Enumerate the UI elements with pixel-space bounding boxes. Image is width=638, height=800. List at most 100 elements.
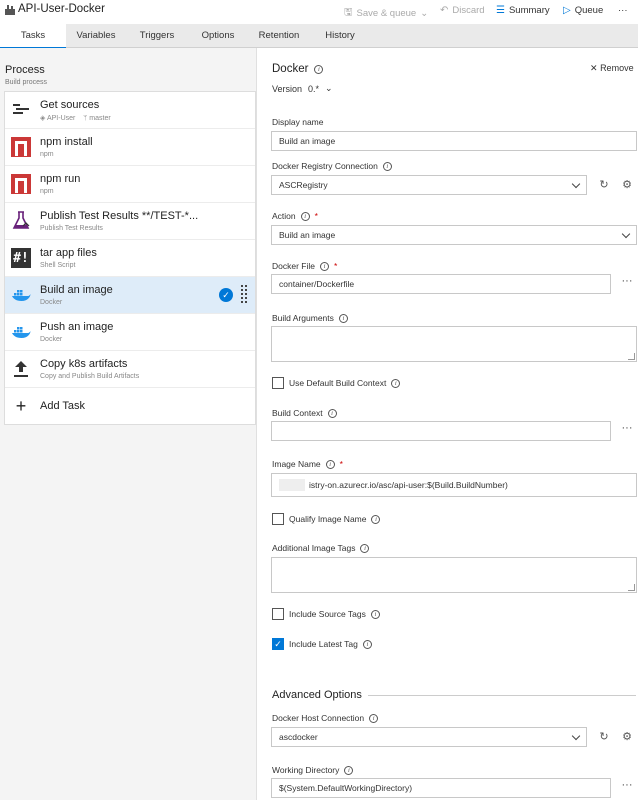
task-name: Get sources	[40, 99, 100, 111]
registry-connection-select[interactable]: ASCRegistry	[271, 175, 587, 195]
tab-variables[interactable]: Variables	[66, 24, 126, 48]
task-build-image[interactable]: Build an image Docker ✓	[5, 277, 255, 314]
drag-handle-icon[interactable]	[241, 285, 249, 305]
browse-button[interactable]: ···	[617, 421, 637, 441]
info-icon[interactable]: i	[327, 408, 337, 418]
redacted-region	[279, 479, 305, 491]
save-icon: 🖫	[344, 7, 353, 18]
undo-icon: ↶	[440, 5, 449, 16]
add-task-label: Add Task	[40, 400, 86, 412]
docker-icon	[11, 285, 31, 305]
tab-options[interactable]: Options	[188, 24, 248, 48]
docker-file-field[interactable]: container/Dockerfile	[271, 274, 611, 294]
action-label: Action i *	[272, 211, 318, 221]
browse-button[interactable]: ···	[617, 778, 637, 798]
remove-button[interactable]: ✕ Remove	[590, 63, 634, 74]
info-icon[interactable]: i	[338, 313, 348, 323]
gear-icon[interactable]: ⚙	[618, 176, 636, 194]
process-title: Process	[5, 64, 45, 76]
required-marker: *	[339, 459, 343, 469]
task-subtitle: Docker	[40, 299, 63, 306]
build-context-label: Build Context i	[272, 408, 337, 418]
task-publish-test-results[interactable]: Publish Test Results **/TEST-*... Publis…	[5, 203, 255, 240]
npm-icon	[11, 137, 31, 157]
action-select[interactable]: Build an image	[271, 225, 637, 245]
info-icon[interactable]: i	[370, 609, 380, 619]
discard-button[interactable]: ↶ Discard	[440, 5, 485, 16]
get-sources-icon	[11, 100, 31, 120]
use-default-build-context-checkbox[interactable]: Use Default Build Context i	[272, 377, 401, 389]
process-panel: Process Build process Get sources ◈ API-…	[0, 48, 257, 800]
task-npm-install[interactable]: npm install npm	[5, 129, 255, 166]
info-icon[interactable]: i	[369, 713, 379, 723]
tab-history[interactable]: History	[310, 24, 370, 48]
info-icon[interactable]: i	[300, 211, 310, 221]
task-name: Copy k8s artifacts	[40, 358, 128, 370]
additional-image-tags-field[interactable]	[271, 557, 637, 593]
qualify-image-name-checkbox[interactable]: Qualify Image Name i	[272, 513, 381, 525]
task-subtitle: Copy and Publish Build Artifacts	[40, 373, 140, 380]
top-bar: API-User-Docker 🖫 Save & queue ⌄ ↶ Disca…	[0, 0, 638, 24]
image-name-field[interactable]: istry-on.azurecr.io/asc/api-user:$(Build…	[271, 473, 637, 497]
task-get-sources[interactable]: Get sources ◈ API-User ᛘ master	[5, 92, 255, 129]
info-icon[interactable]: i	[371, 514, 381, 524]
queue-button[interactable]: ▷ Queue	[563, 5, 603, 16]
checkbox[interactable]	[272, 608, 284, 620]
more-actions-button[interactable]: ···	[618, 5, 628, 16]
include-latest-tag-checkbox[interactable]: ✓ Include Latest Tag i	[272, 638, 372, 650]
docker-icon	[11, 322, 31, 342]
info-icon[interactable]: i	[319, 261, 329, 271]
task-name: tar app files	[40, 247, 97, 259]
flask-icon	[11, 211, 31, 231]
process-header[interactable]: Process Build process	[5, 64, 47, 86]
info-icon[interactable]: i	[314, 64, 324, 74]
tab-retention[interactable]: Retention	[248, 24, 310, 48]
build-arguments-label: Build Arguments i	[272, 313, 348, 323]
advanced-options-heading[interactable]: Advanced Options	[272, 689, 362, 701]
refresh-icon[interactable]: ↻	[595, 176, 613, 194]
plus-icon: +	[15, 395, 27, 416]
detail-title: Docker i	[272, 63, 324, 75]
additional-image-tags-label: Additional Image Tags i	[272, 543, 370, 553]
task-subtitle: npm	[40, 188, 54, 195]
checkbox[interactable]	[272, 377, 284, 389]
browse-button[interactable]: ···	[617, 274, 637, 294]
enabled-check-icon[interactable]: ✓	[219, 288, 233, 302]
task-subtitle: Publish Test Results	[40, 225, 103, 232]
required-marker: *	[333, 261, 338, 271]
info-icon[interactable]: i	[362, 639, 372, 649]
task-npm-run[interactable]: npm run npm	[5, 166, 255, 203]
info-icon[interactable]: i	[360, 543, 370, 553]
branch-icon: ᛘ	[83, 115, 88, 122]
tab-triggers[interactable]: Triggers	[126, 24, 188, 48]
checkbox[interactable]	[272, 513, 284, 525]
task-tar-app-files[interactable]: #! tar app files Shell Script	[5, 240, 255, 277]
list-icon: ☰	[496, 5, 505, 16]
task-subtitle: npm	[40, 151, 54, 158]
gear-icon[interactable]: ⚙	[618, 728, 636, 746]
add-task-button[interactable]: + Add Task	[5, 388, 255, 424]
task-name: Push an image	[40, 321, 114, 333]
info-icon[interactable]: i	[391, 378, 401, 388]
display-name-label: Display name	[272, 117, 324, 127]
info-icon[interactable]: i	[325, 459, 335, 469]
task-subtitle: ◈ API-User ᛘ master	[40, 115, 111, 122]
version-selector[interactable]: Version 0.* ⌄	[272, 83, 333, 94]
display-name-field[interactable]: Build an image	[271, 131, 637, 151]
info-icon[interactable]: i	[344, 765, 354, 775]
process-subtitle: Build process	[5, 79, 48, 86]
task-push-image[interactable]: Push an image Docker	[5, 314, 255, 351]
info-icon[interactable]: i	[382, 161, 392, 171]
save-queue-button[interactable]: 🖫 Save & queue ⌄	[344, 5, 428, 22]
build-context-field[interactable]	[271, 421, 611, 441]
working-directory-field[interactable]: $(System.DefaultWorkingDirectory)	[271, 778, 611, 798]
tab-tasks[interactable]: Tasks	[0, 24, 66, 49]
refresh-icon[interactable]: ↻	[595, 728, 613, 746]
build-arguments-field[interactable]	[271, 326, 637, 362]
task-name: Build an image	[40, 284, 113, 296]
task-copy-k8s-artifacts[interactable]: Copy k8s artifacts Copy and Publish Buil…	[5, 351, 255, 388]
docker-host-connection-select[interactable]: ascdocker	[271, 727, 587, 747]
include-source-tags-checkbox[interactable]: Include Source Tags i	[272, 608, 380, 620]
checkbox-checked[interactable]: ✓	[272, 638, 284, 650]
summary-button[interactable]: ☰ Summary	[496, 5, 550, 16]
